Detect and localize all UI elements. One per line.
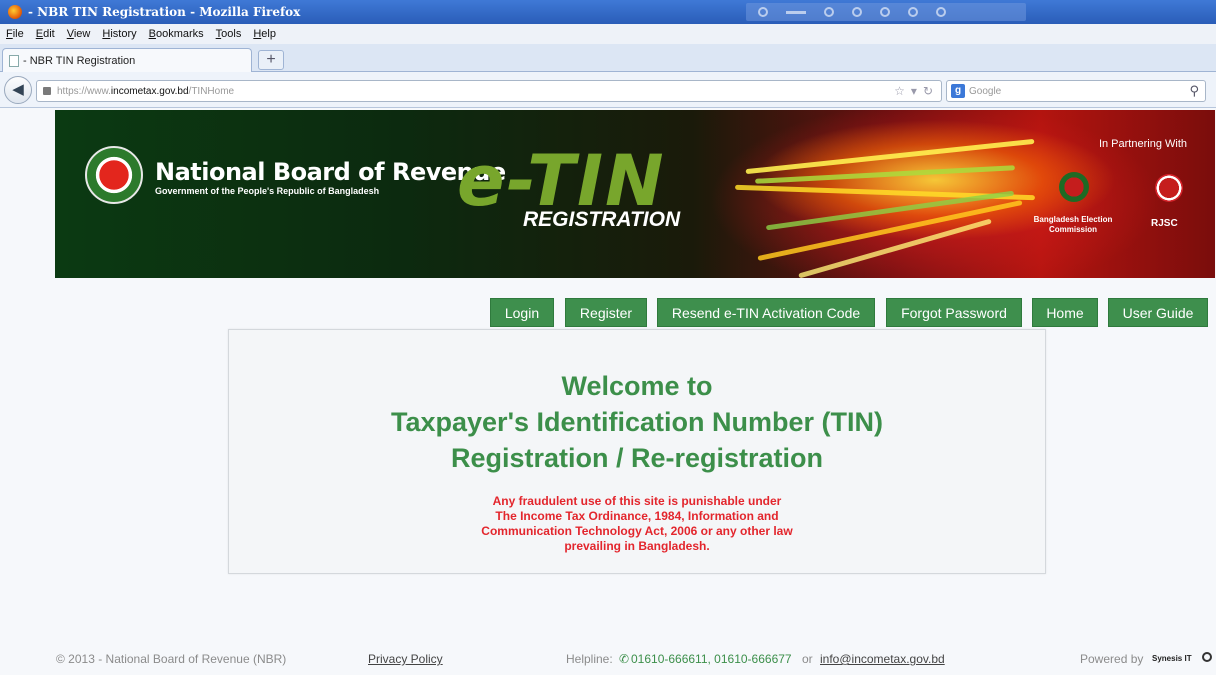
back-arrow-icon: ◀ xyxy=(12,81,24,98)
resend-activation-button[interactable]: Resend e-TIN Activation Code xyxy=(657,298,875,327)
election-commission-label: Bangladesh Election Commission xyxy=(1033,215,1113,235)
window-download-icon[interactable] xyxy=(824,7,834,17)
privacy-policy-link[interactable]: Privacy Policy xyxy=(368,652,443,666)
register-button[interactable]: Register xyxy=(565,298,647,327)
navigation-bar: ◀ https://www. incometax.gov.bd /TINHome… xyxy=(0,72,1216,108)
rjsc-label: RJSC xyxy=(1151,218,1178,229)
window-refresh-icon[interactable] xyxy=(880,7,890,17)
tab-nbr-tin-registration[interactable]: - NBR TIN Registration xyxy=(2,48,252,72)
google-icon[interactable]: g xyxy=(951,84,965,98)
login-button[interactable]: Login xyxy=(490,298,554,327)
powered-by-name: Synesis IT xyxy=(1152,654,1192,663)
election-commission-logo-icon xyxy=(1059,172,1089,202)
url-path: /TINHome xyxy=(188,85,235,97)
page-favicon-icon xyxy=(9,54,19,67)
fraud-warning-line: prevailing in Bangladesh. xyxy=(564,539,710,553)
welcome-panel: Welcome to Taxpayer's Identification Num… xyxy=(228,329,1046,574)
fraud-warning: Any fraudulent use of this site is punis… xyxy=(229,494,1045,554)
partner-heading: In Partnering With xyxy=(1098,138,1187,150)
header-banner: National Board of Revenue Government of … xyxy=(55,110,1215,278)
fraud-warning-line: Communication Technology Act, 2006 or an… xyxy=(481,524,793,538)
menu-bar: File Edit View History Bookmarks Tools H… xyxy=(0,24,1216,44)
home-button[interactable]: Home xyxy=(1032,298,1098,327)
rjsc-logo-icon xyxy=(1155,174,1183,202)
window-titlebar: - NBR TIN Registration - Mozilla Firefox xyxy=(0,0,1216,24)
new-tab-button[interactable]: + xyxy=(258,50,284,70)
address-bar[interactable]: https://www. incometax.gov.bd /TINHome ☆… xyxy=(36,80,942,102)
firefox-logo-icon xyxy=(8,5,22,19)
tab-bar: - NBR TIN Registration + xyxy=(0,44,1216,72)
url-tools: ☆ ▾ ↻ xyxy=(894,84,933,98)
window-settings-icon[interactable] xyxy=(908,7,918,17)
menu-view[interactable]: View xyxy=(67,28,91,40)
lock-icon xyxy=(43,87,51,95)
search-bar[interactable]: g Google ⚲ xyxy=(946,80,1206,102)
search-icon[interactable]: ⚲ xyxy=(1189,83,1199,99)
welcome-line-2: Taxpayer's Identification Number (TIN) xyxy=(391,407,883,437)
fraud-warning-line: Any fraudulent use of this site is punis… xyxy=(492,494,782,508)
menu-help[interactable]: Help xyxy=(253,28,276,40)
copyright-text: © 2013 - National Board of Revenue (NBR) xyxy=(56,652,287,666)
dropdown-arrow-icon[interactable]: ▾ xyxy=(911,84,917,98)
menu-tools[interactable]: Tools xyxy=(216,28,242,40)
welcome-line-1: Welcome to xyxy=(561,371,713,401)
page-footer: © 2013 - National Board of Revenue (NBR)… xyxy=(0,644,1216,670)
menu-file[interactable]: File xyxy=(6,28,24,40)
url-domain: incometax.gov.bd xyxy=(110,85,189,97)
window-sync-icon[interactable] xyxy=(852,7,862,17)
email-link[interactable]: info@incometax.gov.bd xyxy=(820,652,945,666)
search-engine-label: Google xyxy=(969,85,1002,97)
tab-title: - NBR TIN Registration xyxy=(23,54,136,67)
org-title: National Board of Revenue xyxy=(155,158,506,186)
powered-by-label: Powered by xyxy=(1080,652,1144,666)
org-subtitle: Government of the People's Republic of B… xyxy=(155,186,380,196)
forgot-password-button[interactable]: Forgot Password xyxy=(886,298,1022,327)
menu-bookmarks[interactable]: Bookmarks xyxy=(149,28,204,40)
user-guide-button[interactable]: User Guide xyxy=(1108,298,1208,327)
phone-icon: ✆ xyxy=(619,652,630,666)
helpline-numbers: 01610-666611, 01610-666677 xyxy=(631,652,792,666)
fraud-warning-line: The Income Tax Ordinance, 1984, Informat… xyxy=(495,509,779,523)
synesis-logo-icon xyxy=(1202,652,1212,662)
menu-edit[interactable]: Edit xyxy=(36,28,55,40)
menu-history[interactable]: History xyxy=(102,28,136,40)
web-page: National Board of Revenue Government of … xyxy=(0,108,1216,675)
url-prefix: https://www. xyxy=(57,85,111,97)
reload-icon[interactable]: ↻ xyxy=(923,84,933,98)
etin-title: e-TIN xyxy=(457,140,666,222)
nbr-logo-icon xyxy=(85,146,143,204)
window-minimize-icon[interactable] xyxy=(786,10,806,14)
site-nav: Login Register Resend e-TIN Activation C… xyxy=(0,298,1216,328)
window-controls xyxy=(746,3,1026,21)
etin-subtitle: REGISTRATION xyxy=(523,208,681,231)
bookmark-star-icon[interactable]: ☆ xyxy=(894,84,905,98)
helpline-label: Helpline: xyxy=(566,652,613,666)
welcome-line-3: Registration / Re-registration xyxy=(450,443,824,473)
back-button[interactable]: ◀ xyxy=(4,76,32,104)
helpline-or: or xyxy=(802,652,813,666)
window-search-icon[interactable] xyxy=(758,7,768,17)
window-title: - NBR TIN Registration - Mozilla Firefox xyxy=(28,5,301,19)
window-help-icon[interactable] xyxy=(936,7,946,17)
